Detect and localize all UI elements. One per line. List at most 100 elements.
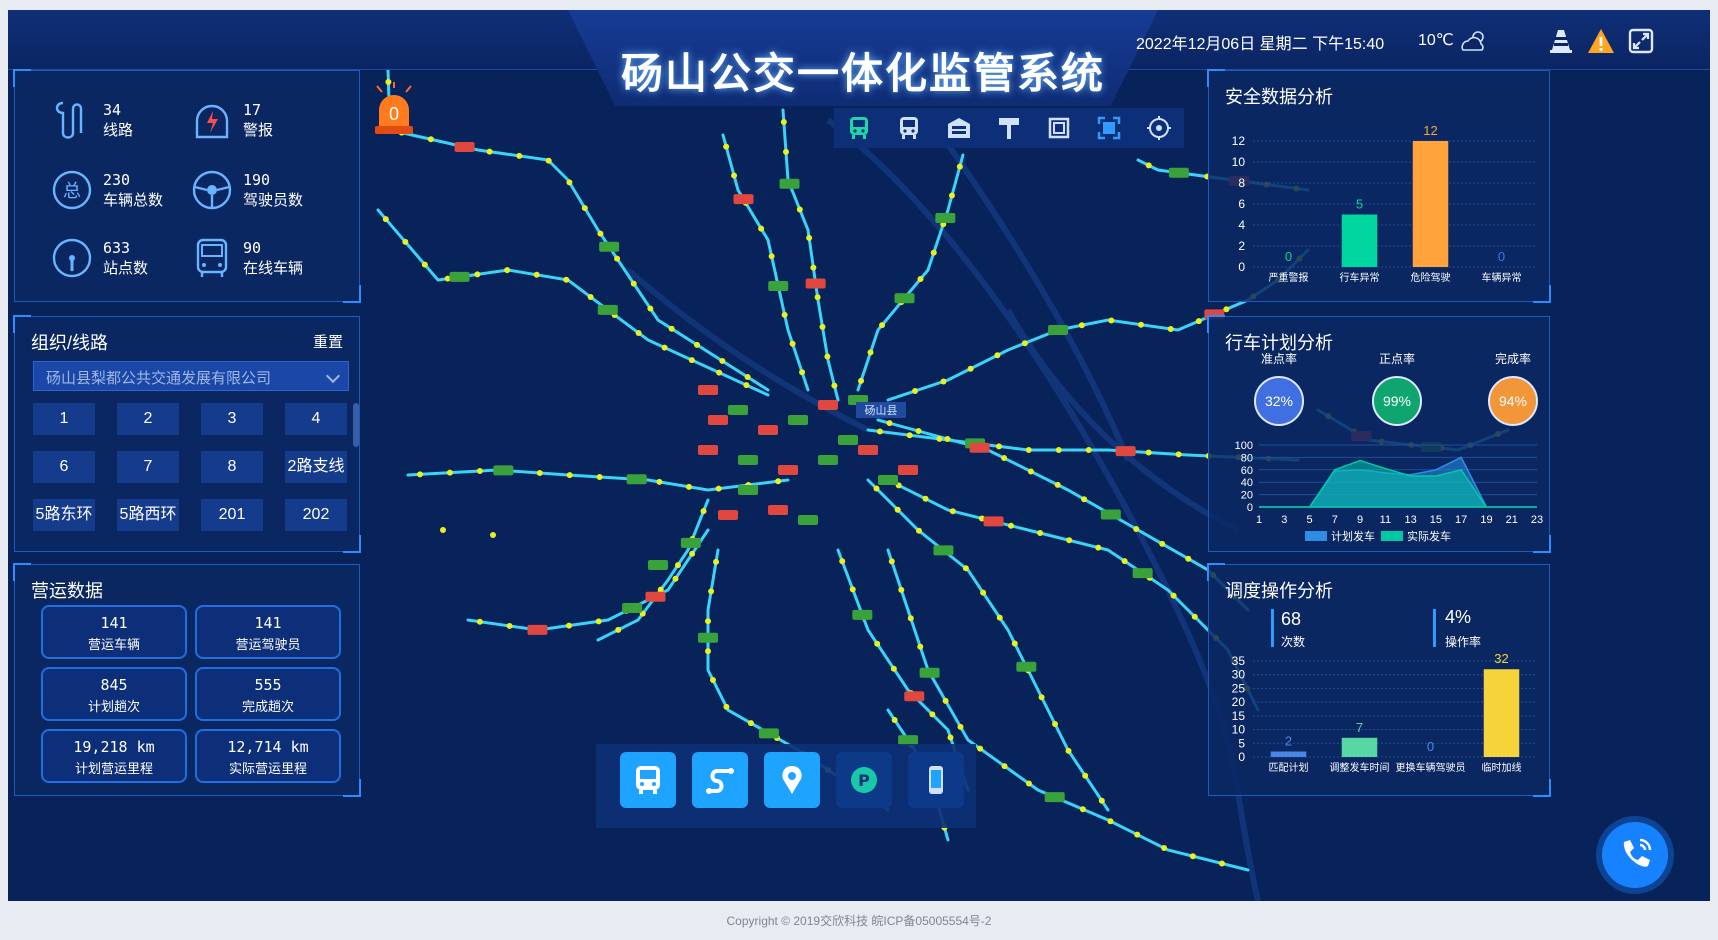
bus-stop[interactable] [890,665,897,672]
bus-stop[interactable] [1095,544,1102,551]
bus-stop[interactable] [930,249,937,256]
bus-marker[interactable] [1016,661,1037,672]
bus-marker[interactable] [1132,568,1153,579]
bus-stop[interactable] [839,558,846,565]
bus-stop[interactable] [888,558,895,565]
bus-stop[interactable] [1170,592,1177,599]
bus-stop[interactable] [427,136,434,143]
bus-stop[interactable] [806,234,813,241]
route-button[interactable]: 7 [117,451,179,483]
bus-stop[interactable] [708,588,715,595]
bus-marker[interactable] [768,281,789,292]
bus-marker[interactable] [718,510,738,520]
bus-marker[interactable] [1168,167,1189,178]
bus-stop[interactable] [1052,721,1059,728]
bus-stop[interactable] [1145,449,1152,456]
bus-stop[interactable] [1161,845,1168,852]
route-button-icon[interactable] [692,752,748,808]
bus-marker[interactable] [919,667,940,678]
bus-stop[interactable] [781,311,788,318]
garage-icon[interactable] [934,108,984,148]
bus-stop[interactable] [474,271,481,278]
bus-stop[interactable] [948,192,955,199]
bus-stop[interactable] [1055,447,1062,453]
bus-marker[interactable] [493,465,514,476]
bus-stop[interactable] [1079,806,1086,813]
route-button[interactable]: 5路东环 [33,499,95,531]
route-button[interactable]: 6 [33,451,95,483]
bus-marker[interactable] [622,602,643,613]
bus-stop[interactable] [440,527,446,533]
bus-marker[interactable] [454,141,475,152]
bus-stop[interactable] [917,643,924,650]
bus-marker[interactable] [788,415,808,425]
bus-marker[interactable] [738,455,758,465]
bus-marker[interactable] [805,278,826,289]
route-button[interactable]: 8 [201,451,263,483]
bus-stop[interactable] [705,618,711,625]
bus-stop[interactable] [898,586,905,593]
bus-marker[interactable] [1100,509,1121,520]
bus-marker[interactable] [878,475,898,485]
bus-marker[interactable] [858,445,878,455]
bus-stop-sign-icon[interactable] [984,108,1034,148]
locate-icon[interactable] [1134,108,1184,148]
bus-stop[interactable] [1082,772,1089,779]
bus-stop[interactable] [723,143,730,150]
bus-stop[interactable] [894,506,901,513]
bus-stop[interactable] [446,469,453,476]
bus-stop[interactable] [1167,325,1174,332]
fullscreen-icon[interactable] [1626,26,1656,56]
bus-marker[interactable] [1048,324,1069,335]
bus-marker[interactable] [527,624,548,635]
bus-stop[interactable] [476,618,483,625]
bus-stop[interactable] [566,472,573,479]
bus-stop[interactable] [566,179,573,186]
bus-stop[interactable] [940,378,947,385]
bus-marker[interactable] [449,271,470,282]
bus-stop[interactable] [1189,853,1196,860]
bus-stop[interactable] [906,432,913,439]
bus-stop[interactable] [810,264,817,271]
bus-stop[interactable] [912,387,919,394]
bus-stop[interactable] [789,340,796,347]
bus-stop[interactable] [994,352,1001,359]
bus-stop[interactable] [545,157,552,164]
bus-stop[interactable] [596,473,603,480]
bus-stop[interactable] [504,267,511,274]
bus-stop[interactable] [700,508,707,515]
bus-stop[interactable] [421,261,428,268]
bus-stop[interactable] [536,469,543,476]
bus-marker[interactable] [904,691,925,702]
bus-stop[interactable] [1098,797,1105,804]
bus-marker[interactable] [599,241,620,252]
bus-stop[interactable] [563,276,570,283]
bus-stop[interactable] [1191,613,1198,620]
bus-stop[interactable] [731,172,738,179]
bus-stop[interactable] [615,626,622,633]
route-button[interactable]: 201 [201,499,263,531]
bus-stop[interactable] [674,562,681,569]
bus-stop[interactable] [587,293,594,300]
bus-stop[interactable] [936,435,943,442]
bus-stop[interactable] [597,230,604,237]
bus-stop[interactable] [1027,468,1034,475]
bus-stop[interactable] [977,745,984,752]
bus-stop[interactable] [995,443,1002,450]
bus-marker[interactable] [818,400,838,410]
bus-stop[interactable] [768,253,775,260]
bus-stop[interactable] [656,478,663,485]
bus-stop[interactable] [614,255,621,262]
bus-stop[interactable] [1133,525,1140,532]
parking-icon[interactable]: P [836,752,892,808]
mobile-icon[interactable] [908,752,964,808]
bus-marker[interactable] [935,212,956,223]
fullscreen-select-icon[interactable] [1084,108,1134,148]
bus-stop[interactable] [1175,451,1182,458]
bus-stop[interactable] [1145,162,1152,169]
bus-stop[interactable] [775,478,782,485]
org-select[interactable]: 砀山县梨都公共交通发展有限公司 [33,361,349,391]
bus-stop[interactable] [630,280,637,287]
bus-marker[interactable] [708,415,728,425]
bus-stop[interactable] [689,550,696,557]
